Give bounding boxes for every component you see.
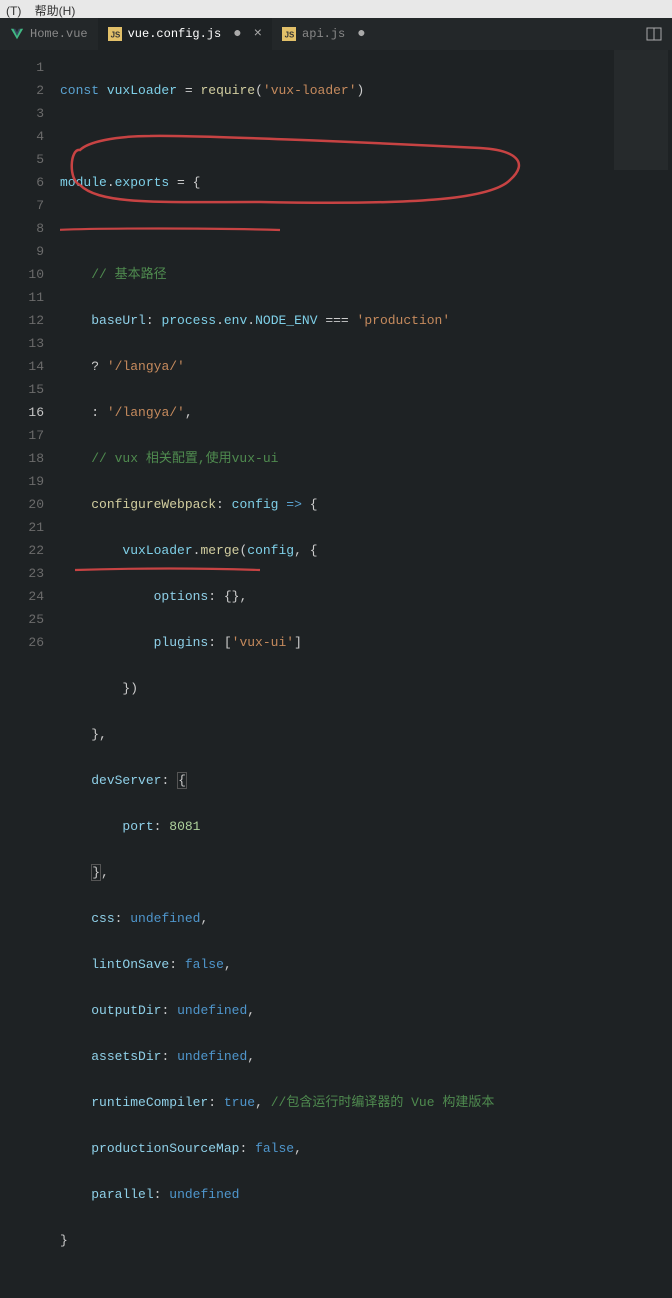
svg-text:JS: JS bbox=[285, 31, 295, 40]
menu-item-help[interactable]: 帮助(H) bbox=[35, 4, 76, 18]
tab-bar: Home.vue JS vue.config.js ● × JS api.js … bbox=[0, 18, 672, 50]
line-number-gutter: 1 2 3 4 5 6 7 8 9 10 11 12 13 14 15 16 1… bbox=[0, 50, 60, 1298]
tab-label: vue.config.js bbox=[128, 27, 222, 41]
menu-item[interactable]: (T) bbox=[6, 4, 21, 18]
dirty-indicator: ● bbox=[233, 26, 241, 42]
close-icon[interactable]: × bbox=[254, 26, 262, 42]
js-icon: JS bbox=[282, 27, 296, 41]
vue-icon bbox=[10, 27, 24, 41]
tab-label: Home.vue bbox=[30, 27, 88, 41]
minimap[interactable] bbox=[614, 50, 668, 170]
menu-bar[interactable]: (T) 帮助(H) bbox=[0, 0, 672, 18]
js-icon: JS bbox=[108, 27, 122, 41]
editor-area[interactable]: 1 2 3 4 5 6 7 8 9 10 11 12 13 14 15 16 1… bbox=[0, 50, 672, 1298]
svg-text:JS: JS bbox=[110, 31, 120, 40]
code-content[interactable]: const vuxLoader = require('vux-loader') … bbox=[60, 50, 494, 1298]
tab-home-vue[interactable]: Home.vue bbox=[0, 18, 98, 50]
tab-api-js[interactable]: JS api.js ● bbox=[272, 18, 376, 50]
tab-label: api.js bbox=[302, 27, 345, 41]
split-editor-icon[interactable] bbox=[646, 26, 662, 46]
dirty-indicator: ● bbox=[357, 26, 365, 42]
tab-vue-config[interactable]: JS vue.config.js ● × bbox=[98, 18, 272, 50]
